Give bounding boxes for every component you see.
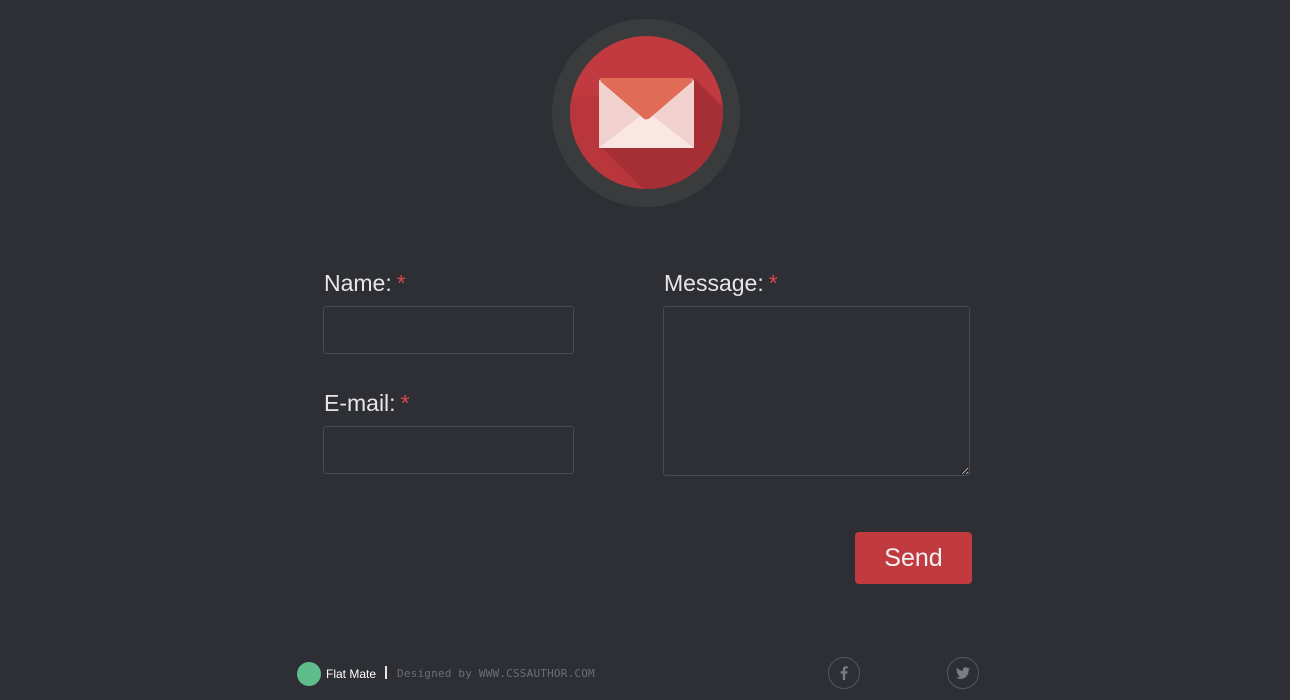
required-mark: * <box>396 270 406 296</box>
name-input[interactable] <box>323 306 574 354</box>
required-mark: * <box>400 390 410 416</box>
email-label: E-mail: * <box>324 390 410 416</box>
divider <box>385 666 387 679</box>
name-label-text: Name: <box>324 270 392 296</box>
footer: Flat Mate Designed by WWW.CSSAUTHOR.COM <box>0 648 1290 700</box>
email-label-text: E-mail: <box>324 390 396 416</box>
email-input[interactable] <box>323 426 574 474</box>
name-label: Name: * <box>324 270 406 296</box>
facebook-button[interactable] <box>828 657 860 689</box>
brand-name: Flat Mate <box>326 667 377 681</box>
twitter-icon <box>956 667 970 679</box>
message-label: Message: * <box>664 270 778 296</box>
message-label-text: Message: <box>664 270 764 296</box>
credit-text: Designed by WWW.CSSAUTHOR.COM <box>397 667 595 680</box>
twitter-button[interactable] <box>947 657 979 689</box>
contact-page: Name: * E-mail: * Message: * Send Flat Mate… <box>0 0 1290 700</box>
send-button[interactable]: Send <box>855 532 972 584</box>
facebook-icon <box>840 666 848 680</box>
required-mark: * <box>768 270 778 296</box>
brand-logo-icon <box>297 662 321 686</box>
message-textarea[interactable] <box>663 306 970 476</box>
envelope-icon <box>570 36 723 189</box>
